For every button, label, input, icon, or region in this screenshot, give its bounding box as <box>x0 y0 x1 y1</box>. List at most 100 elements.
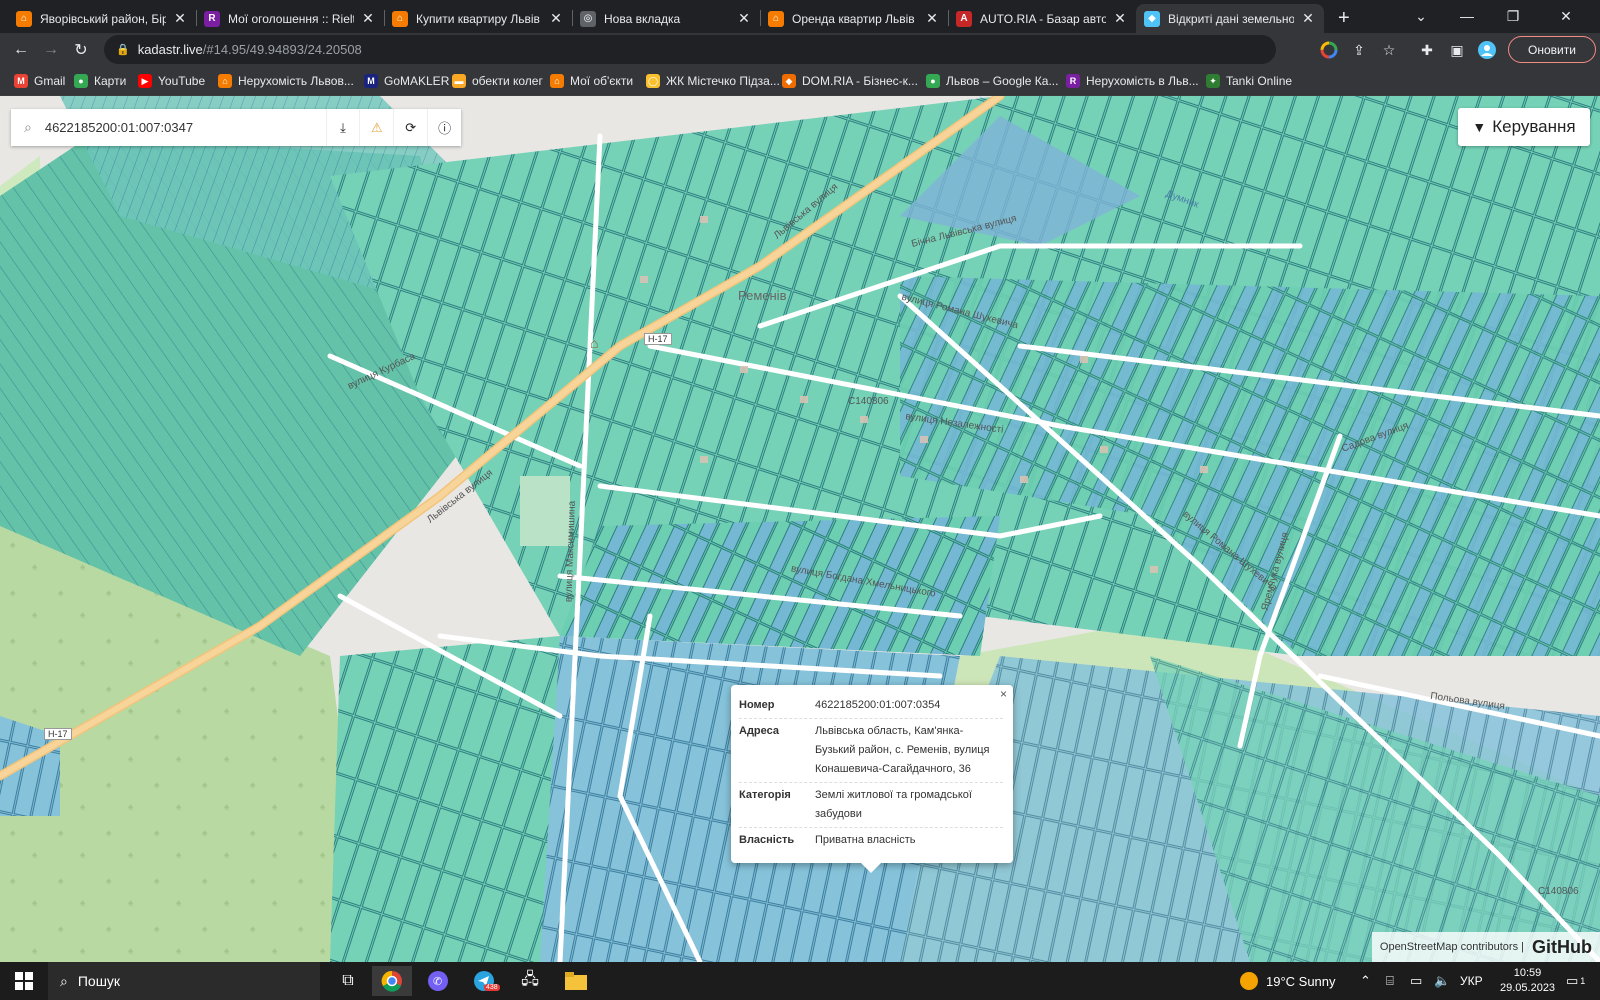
window-close-icon[interactable]: ✕ <box>1536 0 1596 32</box>
tab-close-icon[interactable]: ✕ <box>1112 10 1128 27</box>
browser-tab[interactable]: A AUTO.RIA - Базар авто N ✕ <box>948 4 1136 33</box>
bookmark-favicon-icon: ⌂ <box>218 74 232 88</box>
windows-start-icon[interactable] <box>8 966 40 996</box>
tab-close-icon[interactable]: ✕ <box>736 10 752 27</box>
tab-title: Купити квартиру Львів - <box>416 11 542 26</box>
refresh-icon[interactable]: ⟳ <box>393 109 427 146</box>
bookmark-item[interactable]: ⌂ Мої об'єкти <box>550 72 633 90</box>
clock-time: 10:59 <box>1513 967 1542 979</box>
bookmark-item[interactable]: M Gmail <box>14 72 65 90</box>
tab-title: Відкриті дані земельног <box>1168 11 1294 26</box>
church-icon[interactable]: ⌂ <box>590 335 598 351</box>
bookmark-favicon-icon: M <box>14 74 28 88</box>
weather-widget[interactable]: 19°C Sunny <box>1240 962 1336 1000</box>
github-link[interactable]: GitHub <box>1532 937 1592 958</box>
tab-close-icon[interactable]: ✕ <box>1300 10 1316 27</box>
tab-search-icon[interactable]: ⌄ <box>1398 0 1444 32</box>
tab-title: Оренда квартир Львів д <box>792 11 918 26</box>
side-panel-icon[interactable]: ▣ <box>1446 39 1468 61</box>
profile-avatar-icon[interactable] <box>1476 39 1498 61</box>
viber-app-icon[interactable]: ✆ <box>418 966 458 996</box>
browser-tab[interactable]: ⌂ Яворівський район, Бірк ✕ <box>8 4 196 33</box>
browser-tab[interactable]: ⌂ Купити квартиру Львів - ✕ <box>384 4 572 33</box>
back-icon[interactable]: ← <box>8 37 34 63</box>
cadastral-map[interactable]: ♠ ♠ <box>0 96 1600 962</box>
osm-attribution-link[interactable]: OpenStreetMap contributors | <box>1380 941 1524 953</box>
popup-value: 4622185200:01:007:0354 <box>815 699 941 711</box>
tray-monitor-icon[interactable]: ▭ <box>1410 962 1422 1000</box>
popup-row: Адреса Львівська область, Кам'янка-Бузьки… <box>739 719 1003 783</box>
bookmark-star-icon[interactable]: ☆ <box>1378 39 1400 61</box>
parcel-info-popup: × Номер 4622185200:01:007:0354 Адреса Львів… <box>731 685 1013 873</box>
road-label-c140806-east: С140806 <box>1538 886 1579 897</box>
browser-tab[interactable]: ◎ Нова вкладка ✕ <box>572 4 760 33</box>
tab-favicon-icon: ⌂ <box>768 10 784 27</box>
cadastre-search-input[interactable] <box>44 120 326 135</box>
address-bar[interactable]: 🔒 kadastr.live/#14.95/49.94893/24.20508 <box>104 35 1276 64</box>
bookmark-label: Нерухомість Львов... <box>238 74 354 88</box>
google-lens-icon[interactable] <box>1316 37 1342 63</box>
language-indicator[interactable]: УКР <box>1460 962 1483 1000</box>
update-button[interactable]: Оновити <box>1508 36 1596 63</box>
control-button[interactable]: ▼ Керування <box>1458 108 1590 146</box>
bookmark-favicon-icon: R <box>1066 74 1080 88</box>
bookmark-item[interactable]: ● Львов – Google Ка... <box>926 72 1058 90</box>
taskbar-search-placeholder: Пошук <box>77 973 121 989</box>
tab-close-icon[interactable]: ✕ <box>924 10 940 27</box>
tab-close-icon[interactable]: ✕ <box>548 10 564 27</box>
extensions-icon[interactable]: ✚ <box>1416 39 1438 61</box>
tab-close-icon[interactable]: ✕ <box>172 10 188 27</box>
browser-tab[interactable]: ⌂ Оренда квартир Львів д ✕ <box>760 4 948 33</box>
lock-icon[interactable]: 🔒 <box>116 43 130 56</box>
tab-title: AUTO.RIA - Базар авто N <box>980 11 1106 26</box>
bookmark-label: Tanki Online <box>1226 74 1293 88</box>
bookmark-item[interactable]: ◆ DOM.RIA - Бізнес-к... <box>782 72 918 90</box>
browser-tab[interactable]: R Мої оголошення :: Rielto ✕ <box>196 4 384 33</box>
share-icon[interactable]: ⇪ <box>1348 39 1370 61</box>
tab-close-icon[interactable]: ✕ <box>360 10 376 27</box>
tray-expand-icon[interactable]: ⌃ <box>1360 962 1371 1000</box>
bookmark-item[interactable]: ◯ ЖК Містечко Підза... <box>646 72 780 90</box>
bookmark-item[interactable]: ▶ YouTube <box>138 72 205 90</box>
network-app-icon[interactable]: 🖧 <box>510 966 550 996</box>
bookmark-item[interactable]: ● Карти <box>74 72 126 90</box>
download-icon[interactable]: ⤓ <box>325 109 360 146</box>
bookmark-favicon-icon: ⌂ <box>550 74 564 88</box>
bookmark-label: ЖК Містечко Підза... <box>666 74 780 88</box>
filter-icon: ▼ <box>1472 119 1487 135</box>
info-icon[interactable]: ⓘ <box>427 109 461 146</box>
forward-icon[interactable]: → <box>38 37 64 63</box>
tab-favicon-icon: R <box>204 10 220 27</box>
bookmark-item[interactable]: ✦ Tanki Online <box>1206 72 1292 90</box>
bookmark-item[interactable]: M GoMAKLER <box>364 72 449 90</box>
file-explorer-icon[interactable] <box>556 966 596 996</box>
taskbar-search[interactable]: ⌕ Пошук <box>48 962 320 1000</box>
telegram-app-icon[interactable]: 438 <box>464 966 504 996</box>
tab-favicon-icon: ⌂ <box>392 10 408 27</box>
popup-value: Приватна власність <box>815 834 916 846</box>
popup-value: Львівська область, Кам'янка-Бузький райо… <box>815 725 990 775</box>
popup-row: Номер 4622185200:01:007:0354 <box>739 693 1003 719</box>
popup-key: Адреса <box>739 725 779 737</box>
bookmark-label: Львов – Google Ка... <box>946 74 1059 88</box>
bookmark-item[interactable]: ⌂ Нерухомість Львов... <box>218 72 354 90</box>
reload-icon[interactable]: ↻ <box>68 37 94 63</box>
popup-tip <box>861 863 881 873</box>
bookmark-item[interactable]: ▬ обекти колег <box>452 72 543 90</box>
restore-icon[interactable]: ❐ <box>1490 0 1536 32</box>
chrome-app-icon[interactable] <box>372 966 412 996</box>
notification-bubble-icon: ▭ <box>1566 973 1579 988</box>
tray-network-icon[interactable]: ⌸ <box>1386 962 1394 1000</box>
volume-icon[interactable]: 🔈 <box>1434 962 1450 1000</box>
bookmark-item[interactable]: R Нерухомість в Льв... <box>1066 72 1199 90</box>
minimize-icon[interactable]: — <box>1444 0 1490 32</box>
task-view-icon[interactable]: ⧉ <box>330 966 366 996</box>
warning-icon[interactable]: ⚠ <box>359 109 393 146</box>
clock[interactable]: 10:59 29.05.2023 <box>1500 962 1555 1000</box>
browser-tab[interactable]: ◆ Відкриті дані земельног ✕ <box>1136 4 1324 33</box>
notifications-icon[interactable]: ▭ 1 <box>1566 962 1585 1000</box>
bookmark-label: обекти колег <box>472 74 543 88</box>
bookmarks-bar: M Gmail ● Карти ▶ YouTube ⌂ Нерухомість Львов..… <box>0 66 1600 96</box>
new-tab-icon[interactable]: + <box>1330 4 1358 33</box>
popup-close-icon[interactable]: × <box>1000 687 1007 701</box>
